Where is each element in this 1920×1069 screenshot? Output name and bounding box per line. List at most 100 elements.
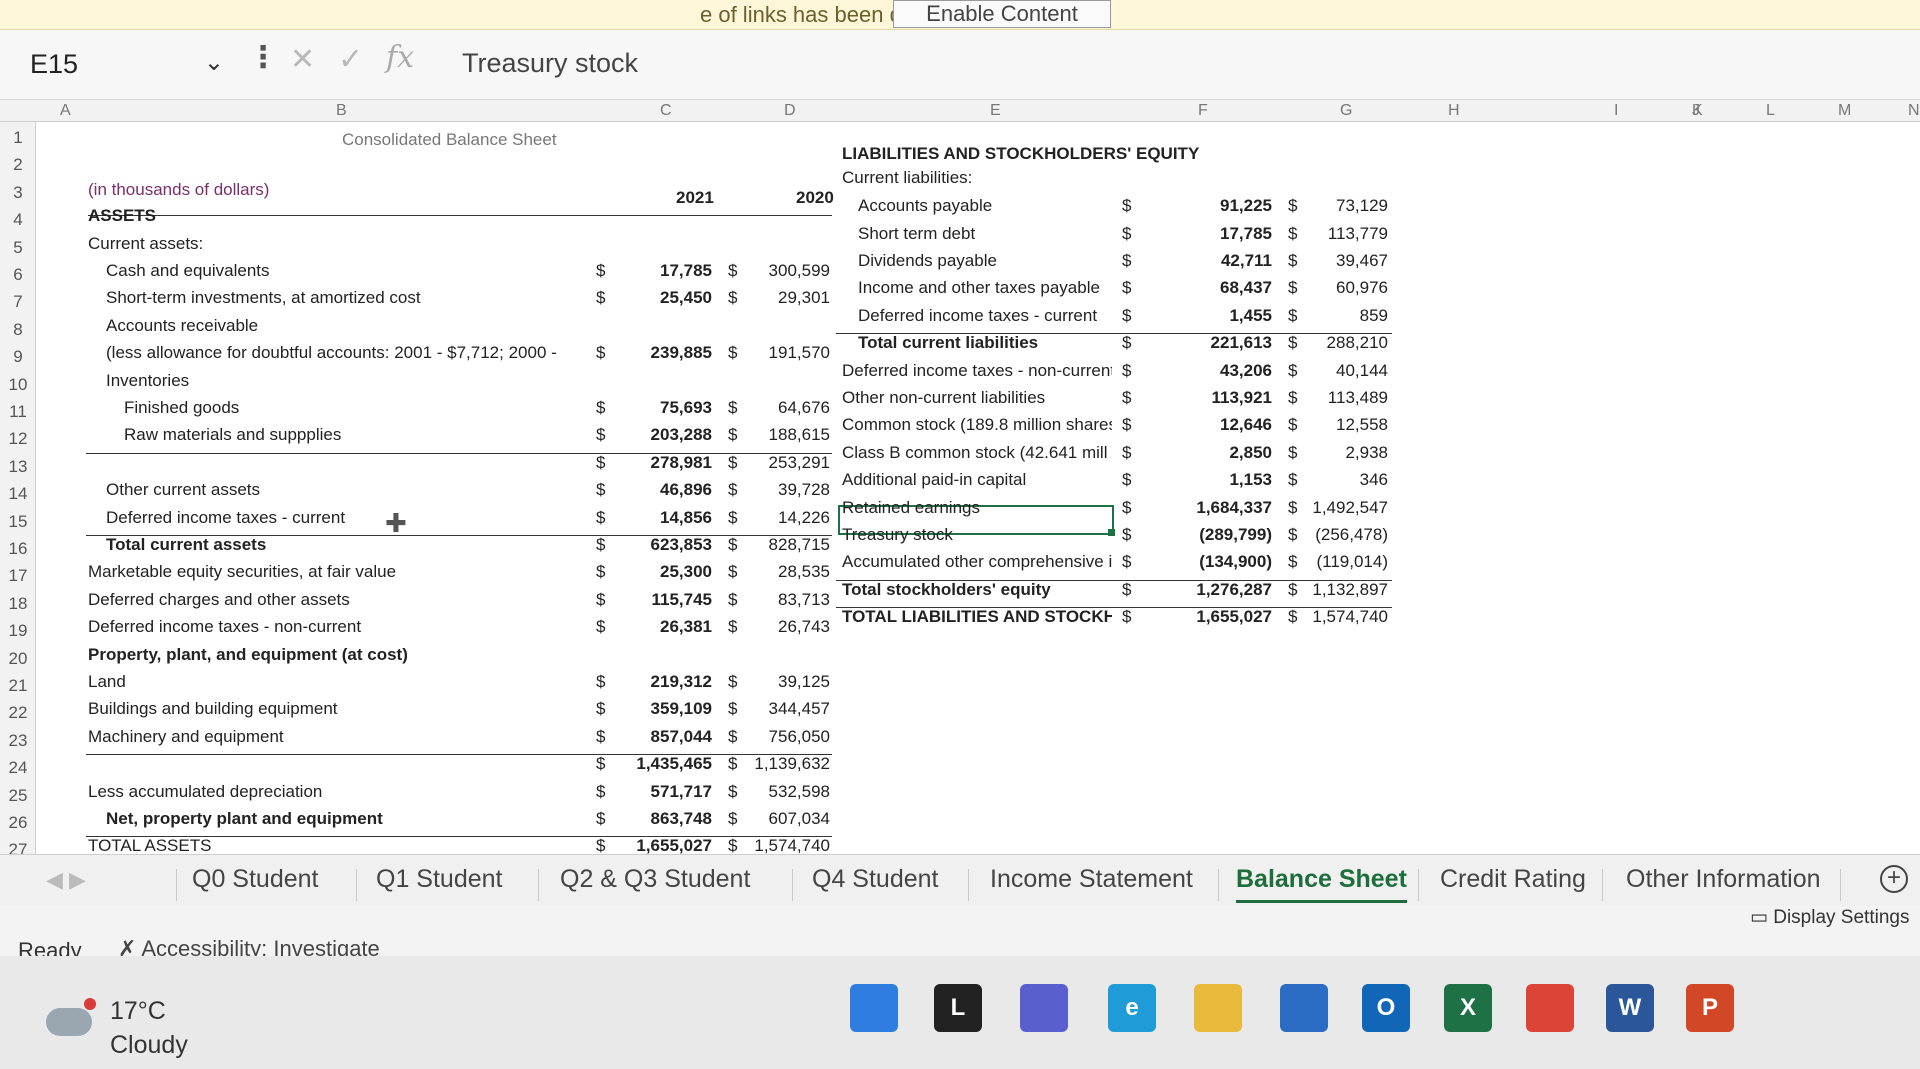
- liability-value-2021[interactable]: (134,900): [1180, 552, 1272, 572]
- asset-value-2020[interactable]: 28,535: [742, 562, 830, 582]
- sheet-tab-other-information[interactable]: Other Information: [1626, 865, 1821, 894]
- liability-value-2021[interactable]: 1,655,027: [1180, 607, 1272, 627]
- powerpoint-icon[interactable]: P: [1686, 984, 1734, 1032]
- column-header-a[interactable]: A: [60, 102, 71, 120]
- asset-value-2020[interactable]: 344,457: [742, 699, 830, 719]
- liability-value-2021[interactable]: 43,206: [1180, 361, 1272, 381]
- chat-icon[interactable]: [1020, 984, 1068, 1032]
- row-header-7[interactable]: 7: [0, 292, 36, 312]
- asset-value-2020[interactable]: 83,713: [742, 590, 830, 610]
- asset-value-2020[interactable]: 756,050: [742, 727, 830, 747]
- excel-icon[interactable]: X: [1444, 984, 1492, 1032]
- mail-icon[interactable]: [1280, 984, 1328, 1032]
- row-header-21[interactable]: 21: [0, 676, 36, 696]
- asset-value-2020[interactable]: 64,676: [742, 398, 830, 418]
- column-header-i[interactable]: I: [1614, 102, 1618, 120]
- row-header-11[interactable]: 11: [0, 402, 36, 422]
- asset-value-2021[interactable]: 26,381: [620, 617, 712, 637]
- liability-value-2021[interactable]: 91,225: [1180, 196, 1272, 216]
- outlook-icon[interactable]: O: [1362, 984, 1410, 1032]
- tab-nav-arrows-icon[interactable]: ◀ ▶: [46, 867, 86, 893]
- liability-value-2020[interactable]: 2,938: [1300, 443, 1388, 463]
- liability-value-2021[interactable]: 1,153: [1180, 470, 1272, 490]
- liability-value-2021[interactable]: 1,684,337: [1180, 498, 1272, 518]
- liability-value-2021[interactable]: 1,276,287: [1180, 580, 1272, 600]
- row-header-4[interactable]: 4: [0, 210, 36, 230]
- row-header-24[interactable]: 24: [0, 758, 36, 778]
- column-header-k[interactable]: K: [1692, 102, 1703, 120]
- liability-value-2020[interactable]: 859: [1300, 306, 1388, 326]
- column-header-c[interactable]: C: [660, 102, 672, 120]
- column-header-m[interactable]: M: [1838, 102, 1851, 120]
- asset-value-2020[interactable]: 828,715: [742, 535, 830, 555]
- liability-value-2020[interactable]: 1,574,740: [1300, 607, 1388, 627]
- liability-value-2021[interactable]: 68,437: [1180, 278, 1272, 298]
- asset-value-2020[interactable]: 29,301: [742, 288, 830, 308]
- asset-value-2021[interactable]: 203,288: [620, 425, 712, 445]
- liability-value-2020[interactable]: 346: [1300, 470, 1388, 490]
- sheet-tab-q4-student[interactable]: Q4 Student: [812, 865, 938, 894]
- asset-value-2021[interactable]: 278,981: [620, 453, 712, 473]
- asset-value-2020[interactable]: 253,291: [742, 453, 830, 473]
- asset-value-2020[interactable]: 532,598: [742, 782, 830, 802]
- row-header-23[interactable]: 23: [0, 731, 36, 751]
- asset-value-2021[interactable]: 239,885: [620, 343, 712, 363]
- liability-value-2020[interactable]: 113,489: [1300, 388, 1388, 408]
- row-header-16[interactable]: 16: [0, 539, 36, 559]
- sheet-tab-credit-rating[interactable]: Credit Rating: [1440, 865, 1586, 894]
- row-header-12[interactable]: 12: [0, 429, 36, 449]
- liability-value-2021[interactable]: (289,799): [1180, 525, 1272, 545]
- liability-value-2020[interactable]: 113,779: [1300, 224, 1388, 244]
- asset-value-2021[interactable]: 863,748: [620, 809, 712, 829]
- asset-value-2021[interactable]: 17,785: [620, 261, 712, 281]
- liability-value-2020[interactable]: (256,478): [1300, 525, 1388, 545]
- sheet-tab-q0-student[interactable]: Q0 Student: [192, 865, 318, 894]
- word-icon[interactable]: W: [1606, 984, 1654, 1032]
- asset-value-2021[interactable]: 219,312: [620, 672, 712, 692]
- asset-value-2020[interactable]: 26,743: [742, 617, 830, 637]
- row-header-10[interactable]: 10: [0, 375, 36, 395]
- column-header-g[interactable]: G: [1340, 102, 1352, 120]
- asset-value-2020[interactable]: 39,728: [742, 480, 830, 500]
- row-header-20[interactable]: 20: [0, 649, 36, 669]
- row-header-26[interactable]: 26: [0, 813, 36, 833]
- liability-value-2020[interactable]: 288,210: [1300, 333, 1388, 353]
- asset-value-2021[interactable]: 25,300: [620, 562, 712, 582]
- liability-value-2020[interactable]: 1,492,547: [1300, 498, 1388, 518]
- formula-input[interactable]: Treasury stock: [462, 48, 638, 79]
- asset-value-2021[interactable]: 623,853: [620, 535, 712, 555]
- enter-icon[interactable]: ✓: [338, 42, 363, 77]
- column-header-b[interactable]: B: [336, 102, 347, 120]
- asset-value-2021[interactable]: 857,044: [620, 727, 712, 747]
- fill-handle[interactable]: [1108, 529, 1115, 536]
- asset-value-2021[interactable]: 115,745: [620, 590, 712, 610]
- asset-value-2020[interactable]: 14,226: [742, 508, 830, 528]
- asset-value-2021[interactable]: 25,450: [620, 288, 712, 308]
- file-explorer-icon[interactable]: [1194, 984, 1242, 1032]
- asset-value-2020[interactable]: 607,034: [742, 809, 830, 829]
- name-box[interactable]: E15 ⌄: [14, 40, 234, 88]
- row-header-17[interactable]: 17: [0, 566, 36, 586]
- sheet-tab-q2-q3-student[interactable]: Q2 & Q3 Student: [560, 865, 750, 894]
- liability-value-2021[interactable]: 2,850: [1180, 443, 1272, 463]
- row-header-3[interactable]: 3: [0, 183, 36, 203]
- asset-value-2020[interactable]: 39,125: [742, 672, 830, 692]
- row-header-22[interactable]: 22: [0, 703, 36, 723]
- row-header-13[interactable]: 13: [0, 457, 36, 477]
- liability-value-2020[interactable]: 60,976: [1300, 278, 1388, 298]
- row-header-1[interactable]: 1: [0, 128, 36, 148]
- column-header-d[interactable]: D: [784, 102, 796, 120]
- edge-icon[interactable]: e: [1108, 984, 1156, 1032]
- chevron-down-icon[interactable]: ⌄: [204, 48, 224, 77]
- liability-value-2020[interactable]: 40,144: [1300, 361, 1388, 381]
- row-header-14[interactable]: 14: [0, 484, 36, 504]
- liability-value-2021[interactable]: 12,646: [1180, 415, 1272, 435]
- column-header-f[interactable]: F: [1198, 102, 1208, 120]
- chrome-icon[interactable]: [1526, 984, 1574, 1032]
- sheet-tab-q1-student[interactable]: Q1 Student: [376, 865, 502, 894]
- worksheet-grid[interactable]: ABCDEFGHIJKLMN 1 2 3 4 5 6 7 8 9 10 11 12 13 14 15 16 17…: [0, 100, 1920, 870]
- add-sheet-icon[interactable]: +: [1880, 865, 1908, 893]
- sheet-tab-balance-sheet[interactable]: Balance Sheet: [1236, 865, 1407, 903]
- windows-start-icon[interactable]: [850, 984, 898, 1032]
- enable-content-button[interactable]: Enable Content: [893, 0, 1111, 28]
